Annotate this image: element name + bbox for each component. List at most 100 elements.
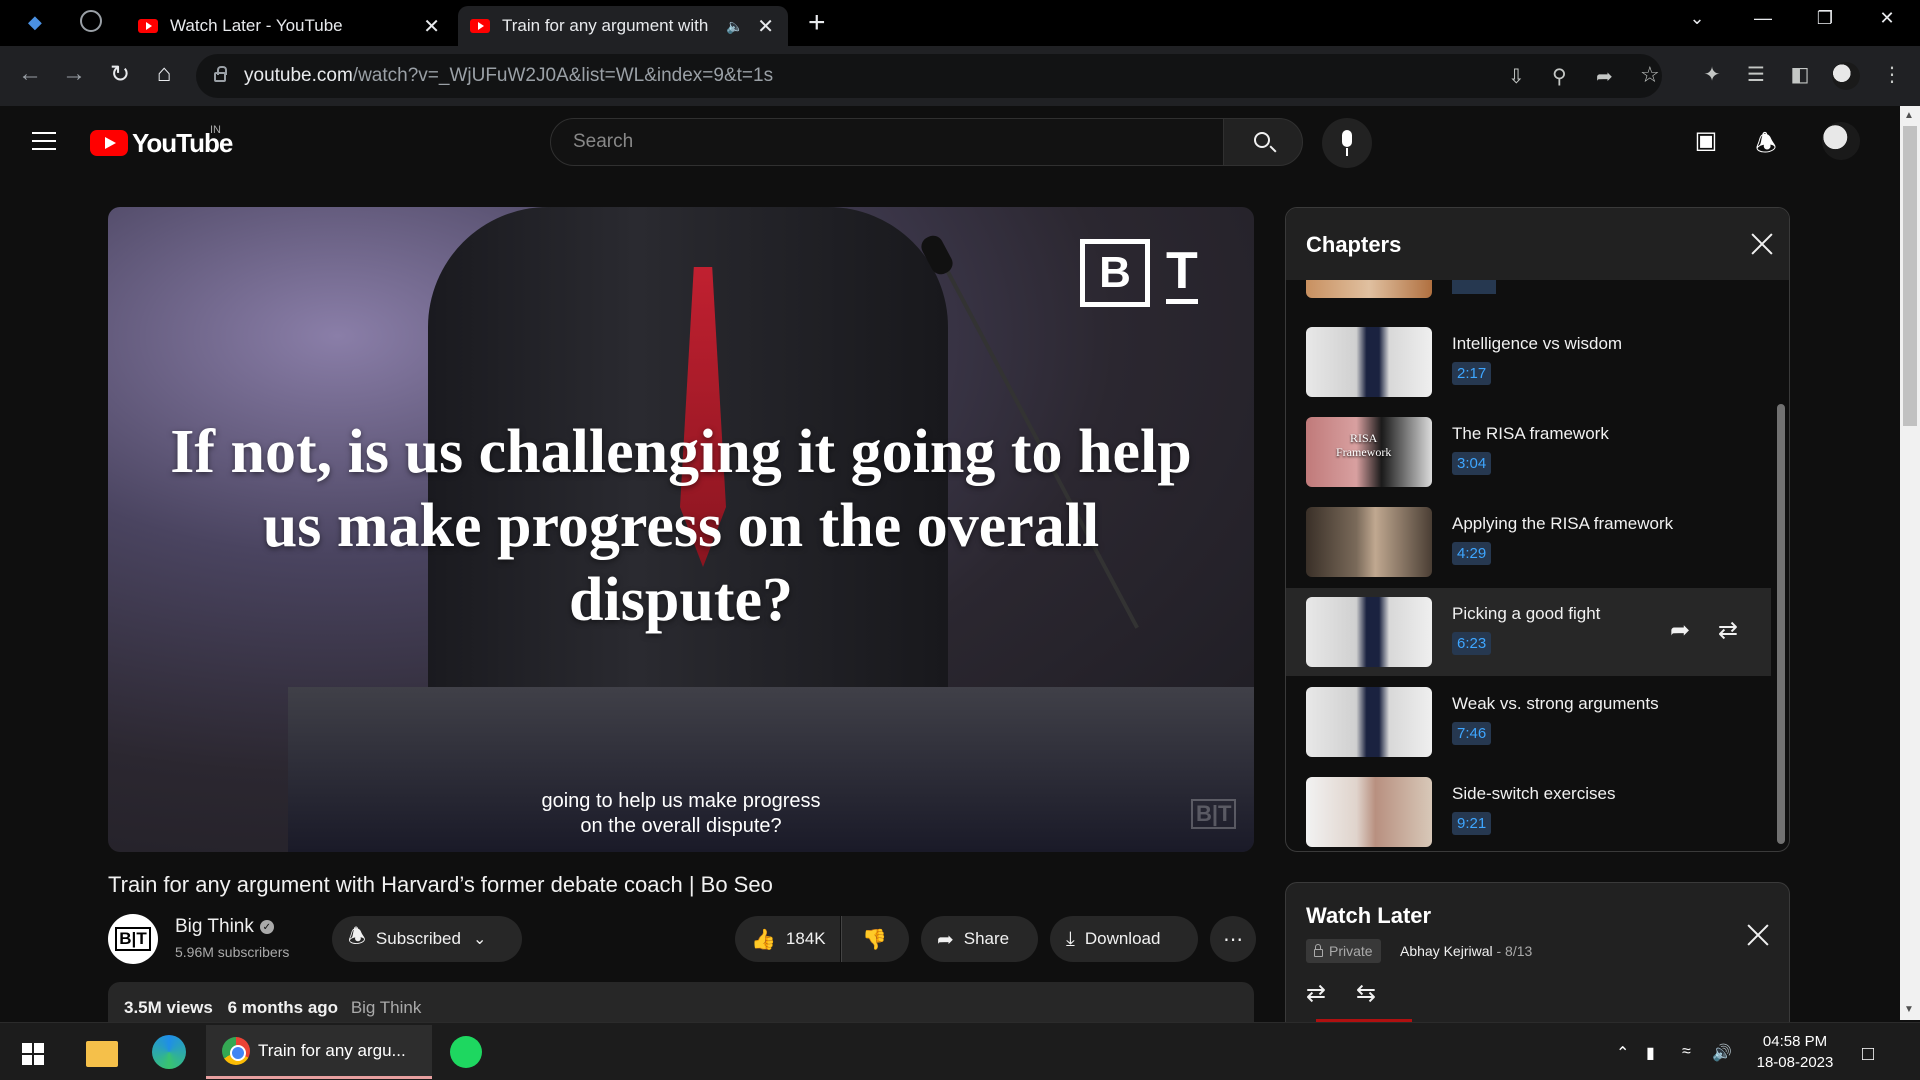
minimize-icon[interactable]: —	[1748, 8, 1778, 29]
chapter-timestamp[interactable]: 4:29	[1452, 542, 1492, 565]
home-icon[interactable]: ⌂	[148, 60, 180, 88]
tab-watch-later[interactable]: Watch Later - YouTube ✕	[130, 6, 454, 46]
wifi-icon[interactable]: ≈	[1682, 1043, 1691, 1061]
chapter-timestamp[interactable]: 7:46	[1452, 722, 1492, 745]
guide-menu-icon[interactable]	[32, 132, 56, 150]
channel-avatar[interactable]: B|T	[108, 914, 158, 964]
search-input[interactable]: Search	[550, 118, 1224, 166]
privacy-badge: Private	[1306, 939, 1381, 963]
chapter-timestamp[interactable]: 9:21	[1452, 812, 1492, 835]
browser-menu-icon[interactable]: ⋮	[1878, 62, 1906, 87]
like-button[interactable]: 👍 184K	[735, 916, 840, 962]
scroll-down-icon[interactable]: ▼	[1904, 1004, 1914, 1015]
subscribed-button[interactable]: 🕭 Subscribed ⌄	[332, 916, 522, 962]
taskbar-chrome-label: Train for any argu...	[258, 1040, 406, 1060]
privacy-label: Private	[1329, 943, 1373, 959]
close-tab-icon[interactable]: ✕	[757, 14, 774, 39]
close-chapters-icon[interactable]	[1750, 232, 1774, 256]
playlist-position: - 8/13	[1492, 943, 1533, 959]
side-panel-icon[interactable]: ◧	[1786, 62, 1814, 87]
tab-current-video[interactable]: Train for any argument with Harvard's fo…	[458, 6, 788, 46]
windows-start-icon[interactable]	[22, 1043, 44, 1065]
lock-icon[interactable]	[214, 66, 227, 82]
url-path: /watch?v=_WjUFuW2J0A&list=WL&index=9&t=1…	[352, 65, 774, 86]
tray-overflow-chevron-icon[interactable]: ⌃	[1616, 1043, 1629, 1063]
back-icon[interactable]: ←	[14, 60, 46, 88]
tab-search-icon[interactable]: ◆	[28, 12, 42, 33]
loop-playlist-icon[interactable]: ⇄	[1306, 979, 1326, 1008]
country-code: IN	[210, 124, 221, 136]
chapter-timestamp[interactable]: 6:23	[1452, 632, 1492, 655]
tab-list-chevron-icon[interactable]: ⌄	[1682, 8, 1712, 29]
system-clock[interactable]: 04:58 PM 18-08-2023	[1750, 1031, 1840, 1073]
zoom-icon[interactable]: ⚲	[1552, 64, 1567, 89]
taskbar-chrome-app[interactable]: Train for any argu...	[206, 1025, 432, 1079]
extensions-icon[interactable]: ✦	[1698, 62, 1726, 87]
playlist-owner[interactable]: Abhay Kejriwal	[1400, 943, 1493, 959]
clock-time: 04:58 PM	[1762, 1033, 1828, 1050]
shuffle-icon[interactable]: ⇆	[1356, 979, 1376, 1008]
close-tab-icon[interactable]: ✕	[423, 14, 440, 39]
speaker-muted-icon[interactable]: 🔈	[726, 18, 743, 35]
dislike-button[interactable]: 👎	[841, 916, 909, 962]
chapter-item[interactable]: RISA Framework The RISA framework 3:04	[1286, 408, 1771, 496]
search-button[interactable]	[1223, 118, 1303, 166]
edge-browser-icon[interactable]	[152, 1035, 186, 1069]
chapter-item[interactable]: Side-switch exercises 9:21	[1286, 768, 1771, 851]
tab-label: Watch Later - YouTube	[170, 16, 343, 35]
notifications-bell-icon[interactable]: 🕭	[1748, 126, 1784, 167]
close-window-icon[interactable]: ✕	[1872, 8, 1902, 29]
chapter-thumbnail-partial[interactable]	[1306, 280, 1432, 298]
new-tab-icon[interactable]: +	[808, 6, 826, 40]
chapter-item[interactable]: Applying the RISA framework 4:29	[1286, 498, 1771, 586]
upload-date: 6 months ago	[227, 998, 339, 1017]
volume-icon[interactable]: 🔊	[1712, 1043, 1732, 1063]
chapter-name: Side-switch exercises	[1452, 784, 1616, 803]
share-arrow-icon: ➦	[937, 928, 954, 951]
create-video-icon[interactable]: ▣	[1688, 126, 1724, 155]
chapter-item[interactable]: Intelligence vs wisdom 2:17	[1286, 318, 1771, 406]
channel-name[interactable]: Big Think	[175, 916, 254, 938]
chapters-panel: Chapters Intelligence vs wisdom 2:17 RIS…	[1285, 207, 1790, 852]
channel-name-row[interactable]: Big Think ✓	[175, 916, 274, 938]
chapters-scrollbar[interactable]	[1777, 404, 1785, 844]
scrollbar-thumb[interactable]	[1903, 126, 1917, 426]
chapter-item-active[interactable]: Picking a good fight 6:23 ➦ ⇄	[1286, 588, 1771, 676]
install-app-icon[interactable]: ⇩	[1508, 64, 1525, 89]
share-chapter-icon[interactable]: ➦	[1670, 616, 1690, 645]
youtube-logo-icon[interactable]	[90, 130, 128, 156]
globe-icon[interactable]	[80, 10, 102, 32]
notification-center-icon[interactable]: □	[1862, 1043, 1874, 1066]
video-player[interactable]: B T If not, is us challenging it going t…	[108, 207, 1254, 852]
address-bar[interactable]: youtube.com/watch?v=_WjUFuW2J0A&list=WL&…	[196, 54, 1662, 98]
account-avatar[interactable]	[1822, 122, 1860, 160]
share-page-icon[interactable]: ➦	[1596, 64, 1613, 89]
youtube-favicon-icon	[138, 19, 158, 33]
closed-captions: going to help us make progress on the ov…	[108, 789, 1254, 839]
big-think-logo: B T	[1080, 239, 1198, 307]
playlist-title[interactable]: Watch Later	[1306, 903, 1431, 929]
voice-search-icon[interactable]	[1322, 118, 1372, 168]
restore-icon[interactable]: ❐	[1810, 8, 1840, 29]
tab-label: Train for any argument with Harvard's fo…	[502, 16, 708, 35]
chapter-thumbnail: RISA Framework	[1306, 417, 1432, 487]
chapter-timestamp[interactable]: 2:17	[1452, 362, 1492, 385]
description-tag[interactable]: Big Think	[351, 998, 422, 1017]
forward-icon[interactable]: →	[58, 60, 90, 88]
loop-chapter-icon[interactable]: ⇄	[1718, 616, 1738, 645]
share-button[interactable]: ➦ Share	[921, 916, 1038, 962]
battery-icon[interactable]: ▮	[1646, 1043, 1655, 1063]
reload-icon[interactable]: ↻	[104, 60, 136, 89]
scroll-up-icon[interactable]: ▲	[1904, 110, 1914, 121]
chapter-timestamp[interactable]: 3:04	[1452, 452, 1492, 475]
media-control-icon[interactable]: ☰	[1742, 62, 1770, 87]
page-scrollbar[interactable]: ▲ ▼	[1900, 106, 1920, 1020]
profile-avatar[interactable]	[1832, 62, 1860, 90]
bookmark-star-icon[interactable]: ☆	[1640, 62, 1660, 88]
download-button[interactable]: ⤓ Download	[1050, 916, 1198, 962]
more-actions-button[interactable]: ⋯	[1210, 916, 1256, 962]
spotify-icon[interactable]	[450, 1036, 482, 1068]
file-explorer-icon[interactable]	[86, 1041, 118, 1067]
close-playlist-icon[interactable]	[1746, 923, 1770, 947]
chapter-item[interactable]: Weak vs. strong arguments 7:46	[1286, 678, 1771, 766]
